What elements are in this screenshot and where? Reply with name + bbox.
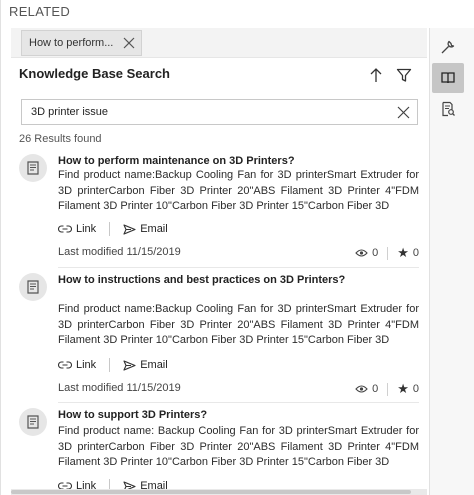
article-icon — [27, 415, 39, 429]
stats-divider — [387, 382, 389, 396]
result-snippet: Find product name:Backup Cooling Fan for… — [58, 303, 419, 346]
result-actions: Link Email — [58, 357, 168, 373]
related-title: RELATED — [9, 4, 71, 19]
related-header: RELATED — [1, 0, 474, 28]
email-button[interactable]: Email — [123, 223, 168, 235]
view-count: 0 — [372, 247, 379, 259]
result-divider — [58, 267, 419, 268]
wrench-icon — [441, 40, 455, 54]
scrollbar-thumb[interactable] — [11, 490, 411, 494]
result-snippet: Find product name: Backup Cooling Fan fo… — [58, 425, 419, 468]
email-label: Email — [140, 223, 168, 235]
side-rail — [429, 28, 474, 495]
clear-search-icon[interactable] — [397, 106, 410, 119]
email-button[interactable]: Email — [123, 359, 168, 371]
close-icon[interactable] — [123, 37, 135, 49]
result-meta: Last modified 11/15/2019 0 ★ 0 — [58, 245, 419, 261]
star-icon: ★ — [397, 245, 409, 260]
star-icon: ★ — [397, 381, 409, 396]
sort-button[interactable] — [368, 66, 384, 84]
rail-knowledge-base-button[interactable] — [432, 63, 464, 93]
link-icon — [58, 225, 72, 233]
link-button[interactable]: Link — [58, 223, 96, 235]
rating-value: 0 — [412, 247, 419, 259]
filter-icon — [396, 68, 412, 82]
view-count: 0 — [372, 383, 379, 395]
result-count: 26 Results found — [19, 133, 102, 145]
knowledge-base-title: Knowledge Base Search — [19, 66, 170, 81]
send-icon — [123, 359, 136, 371]
link-label: Link — [76, 223, 97, 235]
result-divider — [58, 402, 419, 403]
tab-how-to-perform[interactable]: How to perform... — [21, 30, 142, 56]
result-snippet: Find product name:Backup Cooling Fan for… — [58, 169, 419, 212]
article-avatar — [19, 154, 47, 182]
action-divider — [109, 222, 111, 236]
result-title[interactable]: How to perform maintenance on 3D Printer… — [58, 155, 295, 167]
search-box — [21, 99, 418, 125]
stats-divider — [387, 246, 389, 260]
last-modified: Last modified 11/15/2019 — [58, 382, 181, 394]
article-icon — [27, 161, 39, 175]
eye-icon — [355, 249, 368, 257]
result-title[interactable]: How to support 3D Printers? — [58, 409, 207, 421]
rail-tools-button[interactable] — [432, 32, 464, 62]
filter-button[interactable] — [396, 66, 412, 84]
result-title[interactable]: How to instructions and best practices o… — [58, 274, 345, 286]
rail-document-search-button[interactable] — [432, 94, 464, 124]
book-icon — [441, 72, 455, 84]
link-button[interactable]: Link — [58, 359, 96, 371]
send-icon — [123, 223, 136, 235]
arrow-up-icon — [370, 68, 382, 82]
article-avatar — [19, 273, 47, 301]
related-panel: RELATED How to perform... Knowledge Base… — [0, 0, 474, 495]
tab-strip: How to perform... — [11, 28, 427, 58]
link-icon — [58, 361, 72, 369]
result-stats: 0 ★ 0 — [355, 381, 419, 397]
article-avatar — [19, 408, 47, 436]
horizontal-scrollbar[interactable] — [11, 489, 427, 495]
document-search-icon — [442, 101, 455, 117]
last-modified: Last modified 11/15/2019 — [58, 246, 181, 258]
result-actions: Link Email — [58, 221, 168, 237]
eye-icon — [355, 385, 368, 393]
action-divider — [109, 358, 111, 372]
result-meta: Last modified 11/15/2019 0 ★ 0 — [58, 381, 419, 397]
tab-label: How to perform... — [29, 37, 114, 49]
article-icon — [27, 280, 39, 294]
rating-value: 0 — [412, 383, 419, 395]
email-label: Email — [140, 359, 168, 371]
search-input[interactable] — [22, 100, 392, 124]
link-label: Link — [76, 359, 97, 371]
result-stats: 0 ★ 0 — [355, 245, 419, 261]
